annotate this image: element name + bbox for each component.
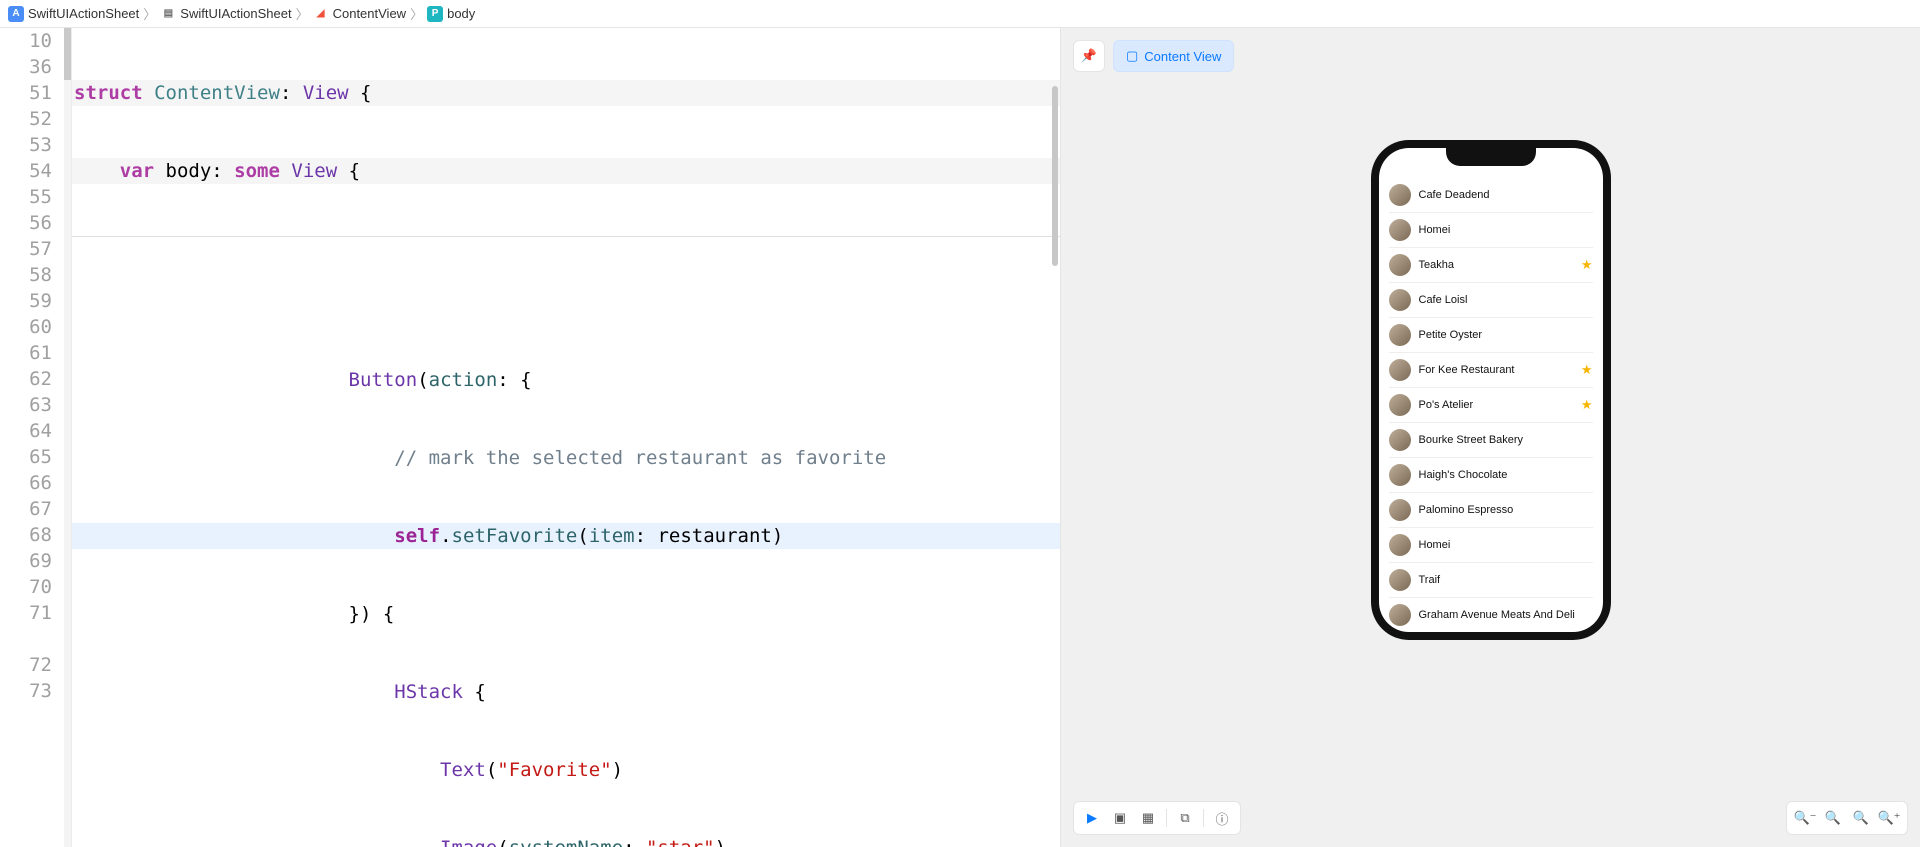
crumb-item[interactable]: SwiftUIActionSheet <box>28 6 139 21</box>
star-icon: ★ <box>1581 257 1593 273</box>
list-item[interactable]: Petite Oyster <box>1389 318 1593 353</box>
restaurant-thumbnail <box>1389 429 1411 451</box>
restaurant-name-label: Petite Oyster <box>1419 329 1593 341</box>
restaurant-thumbnail <box>1389 464 1411 486</box>
zoom-actual-button[interactable]: 🔍 <box>1819 806 1847 830</box>
restaurant-list[interactable]: Cafe Deadend Homei Teakha ★ Cafe Loisl Petite… <box>1379 178 1603 632</box>
pin-preview-button[interactable]: 📌 <box>1073 40 1105 72</box>
xcode-project-icon: A <box>8 6 24 22</box>
restaurant-name-label: Homei <box>1419 539 1593 551</box>
document-icon: ▢ <box>1126 48 1138 64</box>
list-item[interactable]: For Kee Restaurant ★ <box>1389 353 1593 388</box>
restaurant-thumbnail <box>1389 604 1411 626</box>
restaurant-thumbnail <box>1389 499 1411 521</box>
folder-icon: ▤ <box>160 6 176 22</box>
list-item[interactable]: Graham Avenue Meats And Deli <box>1389 598 1593 632</box>
static-preview-button[interactable]: ▣ <box>1106 806 1134 830</box>
code-editor[interactable]: 10 36 51 52 53 54 55 56 57 58 59 60 61 6… <box>0 28 1060 847</box>
restaurant-name-label: For Kee Restaurant <box>1419 364 1573 376</box>
restaurant-name-label: Teakha <box>1419 259 1573 271</box>
restaurant-thumbnail <box>1389 184 1411 206</box>
variants-preview-button[interactable]: ▦ <box>1134 806 1162 830</box>
restaurant-thumbnail <box>1389 324 1411 346</box>
list-item[interactable]: Traif <box>1389 563 1593 598</box>
restaurant-name-label: Traif <box>1419 574 1593 586</box>
pin-icon: 📌 <box>1081 48 1097 64</box>
restaurant-name-label: Cafe Deadend <box>1419 189 1593 201</box>
restaurant-name-label: Bourke Street Bakery <box>1419 434 1593 446</box>
restaurant-thumbnail <box>1389 569 1411 591</box>
crumb-item[interactable]: SwiftUIActionSheet <box>180 6 291 21</box>
vertical-scrollbar[interactable] <box>1052 86 1058 266</box>
zoom-in-button[interactable]: 🔍⁺ <box>1875 806 1903 830</box>
list-item[interactable]: Cafe Loisl <box>1389 283 1593 318</box>
iphone-preview[interactable]: Cafe Deadend Homei Teakha ★ Cafe Loisl Petite… <box>1371 140 1611 640</box>
zoom-toolbar: 🔍⁻ 🔍 🔍 🔍⁺ <box>1786 801 1908 835</box>
list-item[interactable]: Homei <box>1389 528 1593 563</box>
star-icon: ★ <box>1581 362 1593 378</box>
zoom-out-button[interactable]: 🔍⁻ <box>1791 806 1819 830</box>
list-item[interactable]: Palomino Espresso <box>1389 493 1593 528</box>
restaurant-thumbnail <box>1389 289 1411 311</box>
list-item[interactable]: Homei <box>1389 213 1593 248</box>
list-item[interactable]: Cafe Deadend <box>1389 178 1593 213</box>
zoom-fit-button[interactable]: 🔍 <box>1847 806 1875 830</box>
property-icon: P <box>427 6 443 22</box>
crumb-item[interactable]: body <box>447 6 475 21</box>
list-item[interactable]: Haigh's Chocolate <box>1389 458 1593 493</box>
restaurant-thumbnail <box>1389 534 1411 556</box>
preview-name-label: Content View <box>1144 49 1221 64</box>
chevron-right-icon: 〉 <box>143 4 156 23</box>
restaurant-thumbnail <box>1389 359 1411 381</box>
swift-file-icon: ◢ <box>313 6 329 22</box>
list-item[interactable]: Bourke Street Bakery <box>1389 423 1593 458</box>
list-item[interactable]: Po's Atelier ★ <box>1389 388 1593 423</box>
sticky-ribbon <box>64 28 72 80</box>
restaurant-name-label: Haigh's Chocolate <box>1419 469 1593 481</box>
restaurant-name-label: Graham Avenue Meats And Deli <box>1419 609 1593 621</box>
preview-options-button[interactable]: ⓘ <box>1208 806 1236 830</box>
phone-notch <box>1446 146 1536 166</box>
restaurant-thumbnail <box>1389 219 1411 241</box>
breadcrumb: A SwiftUIActionSheet 〉 ▤ SwiftUIActionSh… <box>0 0 1920 28</box>
chevron-right-icon: 〉 <box>410 4 423 23</box>
preview-selector-button[interactable]: ▢ Content View <box>1113 40 1234 72</box>
device-settings-button[interactable]: ⧉ <box>1171 806 1199 830</box>
code-fold-ribbon[interactable] <box>64 28 72 847</box>
phone-screen: Cafe Deadend Homei Teakha ★ Cafe Loisl Petite… <box>1379 148 1603 632</box>
preview-canvas: 📌 ▢ Content View Cafe Deadend Homei Teakha… <box>1060 28 1920 847</box>
restaurant-name-label: Palomino Espresso <box>1419 504 1593 516</box>
live-preview-button[interactable]: ▶ <box>1078 806 1106 830</box>
restaurant-name-label: Homei <box>1419 224 1593 236</box>
gutter: 10 36 51 52 53 54 55 56 57 58 59 60 61 6… <box>0 28 64 847</box>
restaurant-thumbnail <box>1389 394 1411 416</box>
restaurant-name-label: Po's Atelier <box>1419 399 1573 411</box>
crumb-item[interactable]: ContentView <box>333 6 406 21</box>
preview-mode-toolbar: ▶ ▣ ▦ ⧉ ⓘ <box>1073 801 1241 835</box>
list-item[interactable]: Teakha ★ <box>1389 248 1593 283</box>
restaurant-thumbnail <box>1389 254 1411 276</box>
chevron-right-icon: 〉 <box>296 4 309 23</box>
code-content[interactable]: struct ContentView: View { var body: som… <box>64 28 1060 847</box>
restaurant-name-label: Cafe Loisl <box>1419 294 1593 306</box>
star-icon: ★ <box>1581 397 1593 413</box>
